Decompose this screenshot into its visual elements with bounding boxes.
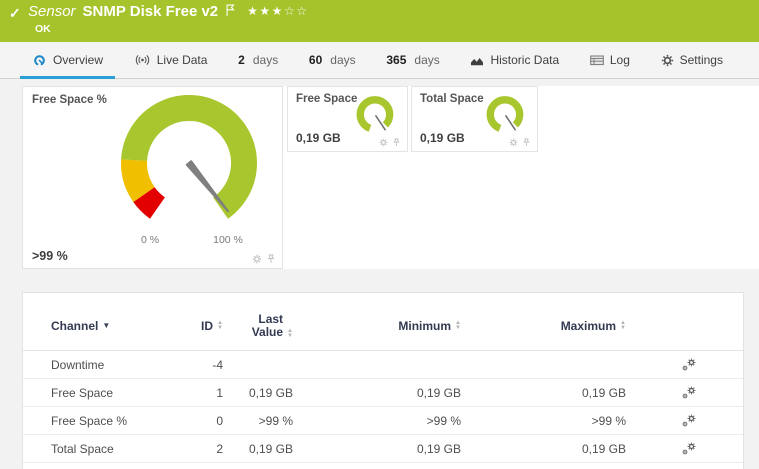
main-gauge-panel: Free Space % 0 % 100 % >99 % [22,86,283,269]
mini-gauge-value: 0,19 GB [420,131,465,145]
sensor-title: SNMP Disk Free v2 [82,3,219,20]
free-space-gauge-panel: Free Space 0,19 GB [287,86,408,152]
sort-icon: ▲ ▼ [620,319,626,331]
priority-stars[interactable]: ★★★☆☆ [247,4,308,18]
gauge-pin-icon[interactable] [392,138,401,147]
tab-live-data[interactable]: Live Data [122,42,220,78]
stars-empty: ☆☆ [283,4,309,18]
column-header-minimum[interactable]: Minimum ▲ ▼ [301,319,469,333]
flag-icon[interactable] [226,4,235,17]
channel-settings-icon[interactable] [681,441,696,456]
channel-settings-icon[interactable] [681,413,696,428]
gauge-needle [185,160,229,213]
tab-bar: Overview Live Data 2 days 60 days 365 da… [0,42,759,79]
gauge-settings-gear-icon[interactable] [252,254,262,264]
area-chart-icon [471,57,484,65]
stars-filled: ★★★ [247,4,284,18]
channel-name-link[interactable]: Total Space [23,442,201,456]
sort-icon: ▲ ▼ [455,319,461,331]
column-header-id[interactable]: ID ▲ ▼ [201,319,231,333]
tab-2-days[interactable]: 2 days [226,42,290,78]
free-space-percent-gauge [121,94,258,219]
mini-gauge-title: Free Space [296,93,358,105]
channel-name-link[interactable]: Free Space % [23,414,201,428]
sort-icon: ▲ ▼ [217,319,223,331]
table-row-downtime: Downtime -4 [23,351,743,379]
table-row-total-space: Total Space 2 0,19 GB 0,19 GB 0,19 GB [23,435,743,463]
channel-name-link[interactable]: Free Space [23,386,201,400]
gear-icon [661,54,674,67]
column-header-maximum[interactable]: Maximum ▲ ▼ [469,319,634,333]
sort-desc-icon: ▼ [102,321,111,330]
tab-log[interactable]: Log [578,42,642,78]
channel-settings-icon[interactable] [681,385,696,400]
channel-table-header: Channel ▼ ID ▲ ▼ Last Value ▲ ▼ Minimum ▲ ▼… [23,301,743,351]
sensor-status-header: ✓ Sensor SNMP Disk Free v2 ★★★☆☆ OK [0,0,759,42]
gauge-pin-icon[interactable] [522,138,531,147]
gauge-icon [34,54,45,65]
free-space-gauge [356,96,394,132]
object-kind-label: Sensor [28,3,76,20]
gauge-scale-max: 100 % [213,234,243,246]
table-row-free-space-percent: Free Space % 0 >99 % >99 % >99 % [23,407,743,435]
main-gauge-title: Free Space % [32,94,107,106]
main-gauge-value: >99 % [32,249,68,263]
total-space-gauge [486,96,524,132]
total-space-gauge-panel: Total Space 0,19 GB [411,86,538,152]
gauge-pin-icon[interactable] [266,254,276,264]
mini-gauge-title: Total Space [420,93,484,105]
gauge-settings-gear-icon[interactable] [379,138,388,147]
live-data-icon [135,55,149,65]
tab-365-days[interactable]: 365 days [374,42,451,78]
channel-table-panel: Channel ▼ ID ▲ ▼ Last Value ▲ ▼ Minimum ▲ ▼… [22,292,744,469]
status-badge: OK [35,23,51,35]
tab-settings[interactable]: Settings [649,42,735,78]
channel-name-link[interactable]: Downtime [23,358,201,372]
table-row-free-space: Free Space 1 0,19 GB 0,19 GB 0,19 GB [23,379,743,407]
sort-icon: ▲ ▼ [287,328,293,339]
tab-overview[interactable]: Overview [20,42,116,79]
tab-60-days[interactable]: 60 days [297,42,368,78]
overview-gauges-section: Free Space % 0 % 100 % >99 % Free Space … [22,86,759,269]
mini-gauge-value: 0,19 GB [296,131,341,145]
gauge-scale-min: 0 % [140,234,160,246]
status-check-icon: ✓ [9,5,21,21]
log-list-icon [590,55,604,65]
tab-historic-data[interactable]: Historic Data [458,42,571,78]
channel-settings-icon[interactable] [681,357,696,372]
column-header-last-value[interactable]: Last Value ▲ ▼ [231,312,301,339]
gauge-settings-gear-icon[interactable] [509,138,518,147]
column-header-channel[interactable]: Channel ▼ [23,319,201,333]
